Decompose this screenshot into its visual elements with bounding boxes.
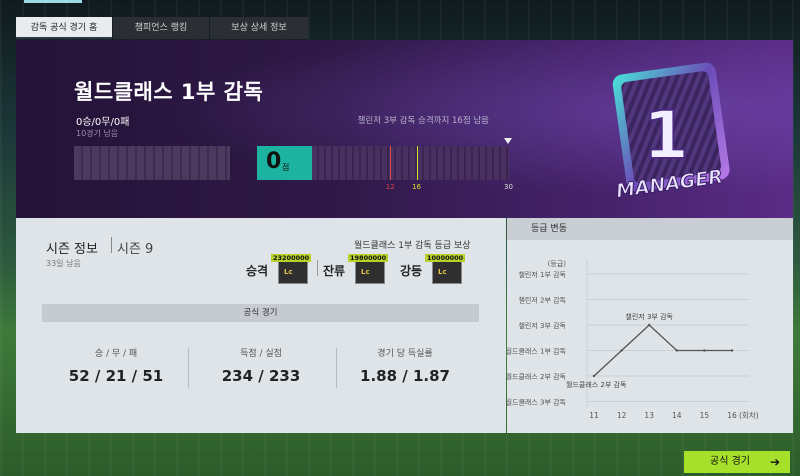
- coin-icon-text: Lc: [438, 268, 447, 276]
- y-tick-label: 챌린저 2부 감독: [518, 296, 566, 305]
- y-tick-label: 월드클래스 3부 감독: [507, 398, 567, 407]
- tab-bar: 감독 공식 경기 홈 챔피언스 랭킹 보상 상세 정보: [16, 17, 309, 39]
- promotion-requirement: 챌린저 3부 감독 승격까지 16점 남음: [357, 116, 489, 126]
- reward-amount: 10000000: [425, 254, 466, 262]
- tab-champions-ranking[interactable]: 챔피언스 랭킹: [113, 17, 209, 39]
- emblem-number: 1: [643, 97, 689, 174]
- arrow-right-icon: ➔: [769, 455, 780, 469]
- relegation-mark-label: 12: [385, 183, 395, 191]
- x-tick-label: 16: [727, 411, 737, 420]
- promotion-mark: [416, 146, 418, 180]
- stat-value: 52 / 21 / 51: [68, 367, 164, 385]
- top-accent-bar: [24, 0, 82, 3]
- grade-point: [730, 349, 734, 352]
- coin-reward-icon: 19800000 Lc: [348, 254, 389, 284]
- grade-point: [675, 349, 678, 352]
- max-marker-icon: [504, 138, 512, 144]
- coin-reward-icon: 10000000 Lc: [425, 254, 466, 284]
- x-tick-label: 11: [589, 411, 599, 420]
- grade-point: [648, 323, 651, 327]
- stat-divider: [188, 348, 189, 388]
- stat-label: 승 / 무 / 패: [94, 349, 138, 359]
- y-tick-label: 월드클래스 2부 감독: [507, 372, 567, 381]
- y-axis-unit: (등급): [548, 260, 567, 268]
- manager-emblem: 1 MANAGER: [612, 62, 730, 203]
- division-banner: 월드클래스 1부 감독 0승/0무/0패 10경기 남음 챌린저 3부 감독 승…: [16, 40, 793, 218]
- coin-reward-icon: 23200000 Lc: [271, 254, 312, 284]
- points-progress-track: [312, 146, 509, 180]
- grade-point: [620, 349, 623, 352]
- max-mark-label: 30: [504, 183, 513, 191]
- x-tick-label: 12: [617, 411, 627, 420]
- reward-label: 잔류: [323, 264, 346, 278]
- division-title: 월드클래스 1부 감독: [74, 80, 264, 104]
- promotion-mark-label: 16: [412, 183, 421, 191]
- season-days-left: 33일 남음: [46, 259, 81, 268]
- reward-label: 승격: [246, 264, 269, 278]
- points-value: 0: [266, 149, 282, 174]
- stat-label: 경기 당 득실률: [377, 349, 433, 359]
- progress-history-bar: [74, 146, 230, 180]
- stat-value: 234 / 233: [221, 367, 301, 385]
- x-axis-unit: (회차): [739, 411, 759, 420]
- grade-change-panel: 등급 변동 (등급) 챌린저 1부 감독챌린저 2부 감독챌린저 3부 감독월드클…: [507, 218, 793, 433]
- official-match-button-label: 공식 경기: [710, 456, 750, 467]
- season-number: 시즌 9: [117, 242, 154, 257]
- point-annotation: 챌린저 3부 감독: [625, 312, 673, 321]
- official-match-section-title: 공식 경기: [42, 304, 479, 322]
- coin-icon-text: Lc: [361, 268, 370, 276]
- reward-amount: 19800000: [348, 254, 389, 262]
- stat-goals: 득점 / 실점 234 / 233: [191, 346, 331, 385]
- season-info-panel: 시즌 정보 시즌 9 33일 남음 월드클래스 1부 감독 등급 보상 승격 2…: [16, 218, 506, 433]
- x-tick-label: 14: [672, 411, 682, 420]
- x-tick-label: 15: [700, 411, 710, 420]
- reward-divider: [317, 260, 318, 276]
- reward-label: 강등: [400, 264, 423, 278]
- official-match-button[interactable]: 공식 경기 ➔: [684, 451, 790, 473]
- coin-icon-text: Lc: [284, 268, 293, 276]
- y-tick-label: 챌린저 1부 감독: [518, 270, 566, 279]
- points-unit: 점: [282, 163, 290, 172]
- grade-point: [703, 349, 706, 352]
- season-info-title: 시즌 정보: [46, 242, 98, 257]
- season-divider: [111, 237, 112, 253]
- reward-amount: 23200000: [271, 254, 312, 262]
- stat-goal-rate: 경기 당 득실률 1.88 / 1.87: [335, 346, 475, 385]
- season-record: 0승/0무/0패: [76, 117, 130, 128]
- points-box: 0 점: [257, 146, 312, 180]
- grade-point: [592, 374, 596, 378]
- games-left: 10경기 남음: [76, 129, 119, 138]
- point-annotation: 월드클래스 2부 감독: [566, 380, 627, 389]
- stat-win-draw-loss: 승 / 무 / 패 52 / 21 / 51: [46, 346, 186, 385]
- x-tick-label: 13: [644, 411, 654, 420]
- tab-manager-home[interactable]: 감독 공식 경기 홈: [16, 17, 112, 39]
- tab-reward-details[interactable]: 보상 상세 정보: [210, 17, 308, 39]
- stat-value: 1.88 / 1.87: [360, 367, 450, 385]
- relegation-mark: [390, 146, 392, 180]
- y-tick-label: 챌린저 3부 감독: [518, 321, 566, 330]
- grade-change-chart: (등급) 챌린저 1부 감독챌린저 2부 감독챌린저 3부 감독월드클래스 1부 …: [507, 260, 759, 420]
- y-tick-label: 월드클래스 1부 감독: [507, 347, 567, 356]
- stat-label: 득점 / 실점: [240, 349, 282, 359]
- grade-change-title: 등급 변동: [507, 218, 793, 240]
- reward-title: 월드클래스 1부 감독 등급 보상: [354, 241, 471, 251]
